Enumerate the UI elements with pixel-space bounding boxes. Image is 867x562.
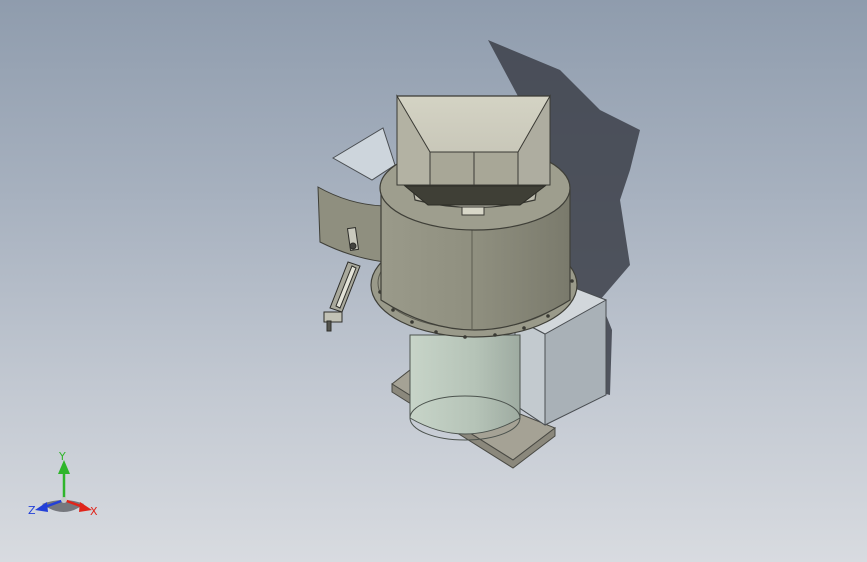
x-axis-label: X <box>90 505 98 518</box>
hopper-throat <box>403 185 547 206</box>
triad-origin <box>61 497 67 503</box>
z-axis-arrow <box>35 502 48 512</box>
y-axis-label: Y <box>58 450 66 463</box>
hopper-tab <box>461 206 485 216</box>
graphics-viewport[interactable]: Y X Z <box>0 0 867 562</box>
3d-model-view[interactable] <box>0 0 867 562</box>
discharge-chute-top <box>332 127 396 181</box>
lower-cylinder[interactable] <box>409 334 521 435</box>
orientation-triad: Y X Z <box>28 450 98 518</box>
z-axis-label: Z <box>28 504 36 517</box>
